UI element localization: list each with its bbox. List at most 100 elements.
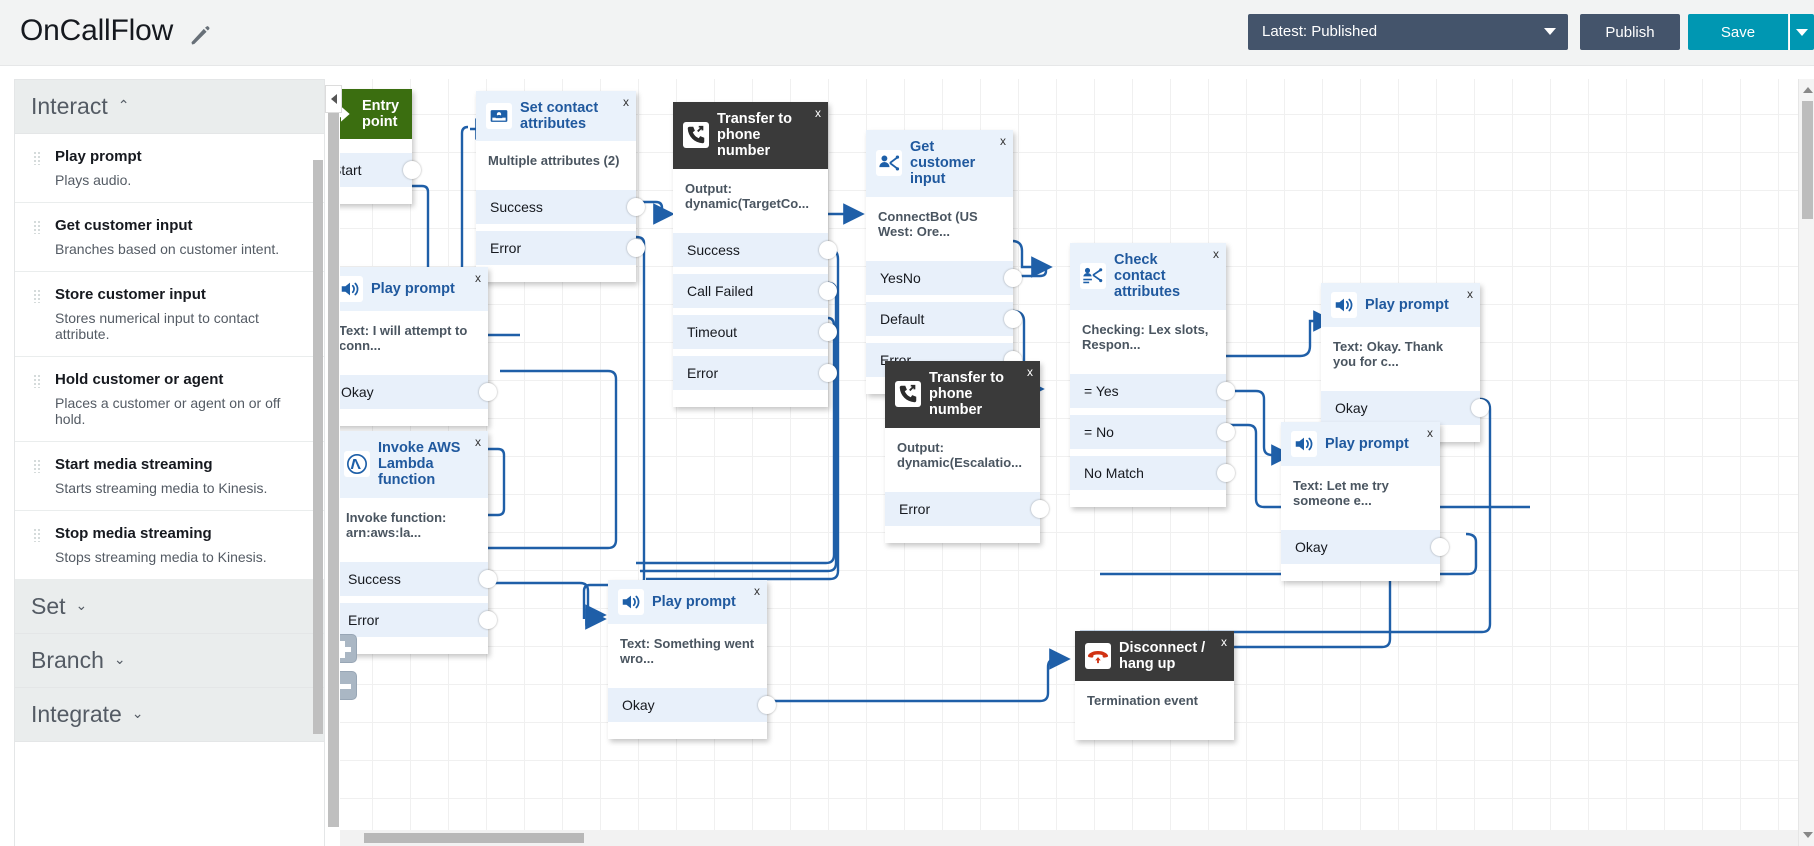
node-port-okay[interactable]: Okay: [1281, 530, 1449, 564]
sidebar-collapse-button[interactable]: [325, 85, 342, 113]
node-port-connector[interactable]: [819, 322, 837, 341]
node-port-connector[interactable]: [819, 240, 837, 259]
close-icon[interactable]: x: [1213, 247, 1219, 261]
sidebar-item-play-prompt[interactable]: Play prompt Plays audio.: [15, 134, 324, 203]
drag-handle-icon[interactable]: [33, 528, 42, 542]
flow-node-play-prompt-someone-else[interactable]: Play prompt x Text: Let me try someone e..…: [1281, 422, 1449, 581]
node-port-yesno[interactable]: YesNo: [866, 260, 1022, 295]
node-port-connector[interactable]: [627, 198, 645, 217]
flow-node-set-contact-attributes[interactable]: Set contact attributes x Multiple attribut…: [476, 91, 645, 283]
flow-canvas[interactable]: Entry point Start Set contact attributes x M…: [340, 79, 1800, 846]
node-header[interactable]: Invoke AWS Lambda function x: [340, 431, 488, 498]
node-header[interactable]: Play prompt x: [340, 267, 488, 311]
flow-node-disconnect-hang-up[interactable]: Disconnect / hang up x Termination event: [1075, 631, 1234, 741]
drag-handle-icon[interactable]: [33, 289, 42, 303]
node-header[interactable]: Play prompt x: [1281, 422, 1440, 466]
close-icon[interactable]: x: [1221, 635, 1227, 649]
node-header[interactable]: Entry point: [340, 89, 412, 140]
sidebar-item-start-media-streaming[interactable]: Start media streaming Starts streaming me…: [15, 442, 324, 511]
save-button[interactable]: Save: [1688, 14, 1788, 50]
node-port-connector[interactable]: [479, 569, 497, 588]
flow-node-get-customer-input[interactable]: Get customer input x ConnectBot (US West: …: [866, 130, 1022, 394]
publish-button[interactable]: Publish: [1580, 14, 1680, 50]
close-icon[interactable]: x: [1467, 287, 1473, 301]
close-icon[interactable]: x: [1027, 365, 1033, 379]
node-header[interactable]: Get customer input x: [866, 130, 1013, 197]
sidebar-section-set[interactable]: Set ⌄: [15, 580, 324, 634]
node-port-default[interactable]: Default: [866, 301, 1022, 336]
node-port-connector[interactable]: [819, 281, 837, 300]
node-port-okay[interactable]: Okay: [608, 688, 776, 722]
sidebar-section-interact[interactable]: Interact ⌃: [15, 80, 324, 134]
node-port-connector[interactable]: [1471, 399, 1489, 417]
zoom-in-button[interactable]: [340, 634, 357, 663]
node-header[interactable]: Disconnect / hang up x: [1075, 631, 1234, 682]
node-port-start[interactable]: Start: [340, 153, 421, 188]
node-header[interactable]: Transfer to phone number x: [885, 361, 1040, 428]
version-select[interactable]: Latest: Published: [1248, 14, 1568, 50]
zoom-out-button[interactable]: [340, 671, 357, 700]
canvas-vertical-scrollbar-thumb[interactable]: [1802, 101, 1813, 219]
node-port-no[interactable]: = No: [1070, 414, 1235, 449]
flow-node-play-prompt-thankyou[interactable]: Play prompt x Text: Okay. Thank you for c.…: [1321, 283, 1489, 442]
node-port-success[interactable]: Success: [340, 561, 497, 596]
node-port-connector[interactable]: [627, 239, 645, 258]
flow-node-transfer-to-phone-number-2[interactable]: Transfer to phone number x Output: dynamic…: [885, 361, 1049, 543]
node-port-call-failed[interactable]: Call Failed: [673, 273, 837, 308]
node-port-okay[interactable]: Okay: [1321, 391, 1489, 425]
sidebar-item-stop-media-streaming[interactable]: Stop media streaming Stops streaming medi…: [15, 511, 324, 580]
canvas-horizontal-scrollbar-thumb[interactable]: [364, 833, 584, 843]
node-port-connector[interactable]: [1431, 538, 1449, 556]
node-port-success[interactable]: Success: [673, 232, 837, 267]
node-port-connector[interactable]: [1004, 268, 1022, 287]
close-icon[interactable]: x: [475, 271, 481, 285]
close-icon[interactable]: x: [754, 584, 760, 598]
node-port-connector[interactable]: [403, 161, 421, 180]
node-header[interactable]: Play prompt x: [1321, 283, 1480, 327]
sidebar-item-hold-customer-or-agent[interactable]: Hold customer or agent Places a customer …: [15, 357, 324, 442]
flow-node-check-contact-attributes[interactable]: Check contact attributes x Checking: Lex s…: [1070, 243, 1235, 507]
node-port-okay[interactable]: Okay: [340, 375, 497, 409]
canvas-horizontal-scrollbar[interactable]: [340, 830, 1800, 846]
close-icon[interactable]: x: [1000, 134, 1006, 148]
drag-handle-icon[interactable]: [33, 220, 42, 234]
node-port-timeout[interactable]: Timeout: [673, 314, 837, 349]
sidebar-scrollbar-thumb[interactable]: [313, 160, 323, 734]
node-port-success[interactable]: Success: [476, 190, 645, 225]
node-port-error[interactable]: Error: [885, 491, 1049, 526]
scroll-down-arrow-icon[interactable]: [1803, 832, 1813, 838]
drag-handle-icon[interactable]: [33, 151, 42, 165]
flow-node-play-prompt-connect[interactable]: Play prompt x Text: I will attempt to conn…: [340, 267, 497, 426]
node-header[interactable]: Transfer to phone number x: [673, 102, 828, 169]
node-port-error[interactable]: Error: [340, 602, 497, 637]
canvas-vertical-scrollbar[interactable]: [1798, 79, 1814, 846]
node-port-connector[interactable]: [1031, 499, 1049, 518]
node-port-connector[interactable]: [758, 696, 776, 714]
flow-node-entry-point[interactable]: Entry point Start: [340, 89, 421, 205]
node-header[interactable]: Play prompt x: [608, 580, 767, 624]
node-port-connector[interactable]: [1217, 463, 1235, 482]
node-port-connector[interactable]: [819, 363, 837, 382]
close-icon[interactable]: x: [623, 95, 629, 109]
close-icon[interactable]: x: [1427, 426, 1433, 440]
close-icon[interactable]: x: [475, 435, 481, 449]
sidebar-scrollbar[interactable]: [313, 160, 323, 846]
node-port-connector[interactable]: [479, 383, 497, 401]
flow-canvas-container[interactable]: Entry point Start Set contact attributes x M…: [340, 79, 1800, 846]
node-port-connector[interactable]: [479, 610, 497, 629]
flow-node-play-prompt-something-wrong[interactable]: Play prompt x Text: Something went wro... O…: [608, 580, 776, 739]
save-dropdown-button[interactable]: [1789, 14, 1814, 50]
node-port-connector[interactable]: [1004, 309, 1022, 328]
sidebar-section-branch[interactable]: Branch ⌄: [15, 634, 324, 688]
node-header[interactable]: Check contact attributes x: [1070, 243, 1226, 310]
drag-handle-icon[interactable]: [33, 374, 42, 388]
node-port-no-match[interactable]: No Match: [1070, 455, 1235, 490]
pencil-icon[interactable]: [188, 24, 212, 48]
node-port-yes[interactable]: = Yes: [1070, 373, 1235, 408]
node-port-connector[interactable]: [1217, 381, 1235, 400]
flow-node-invoke-aws-lambda-function[interactable]: Invoke AWS Lambda function x Invoke functi…: [340, 431, 497, 654]
sidebar-item-get-customer-input[interactable]: Get customer input Branches based on cust…: [15, 203, 324, 272]
scroll-up-arrow-icon[interactable]: [1803, 87, 1813, 93]
node-port-connector[interactable]: [1217, 422, 1235, 441]
drag-handle-icon[interactable]: [33, 459, 42, 473]
